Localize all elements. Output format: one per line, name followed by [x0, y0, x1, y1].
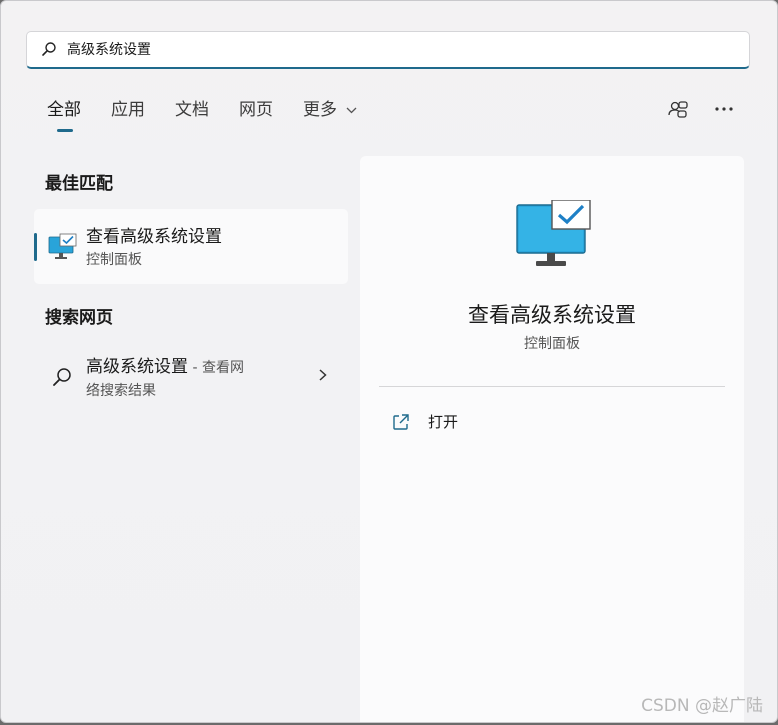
tab-label: 全部 [47, 100, 81, 120]
web-result-suffix: - 查看网 [188, 360, 244, 376]
tab-label: 文档 [175, 100, 209, 120]
search-input[interactable]: 高级系统设置 [26, 31, 750, 69]
monitor-check-icon [48, 233, 77, 259]
web-result-subtitle: 络搜索结果 [86, 383, 156, 399]
open-button[interactable]: 打开 [392, 411, 458, 432]
tab-apps[interactable]: 应用 [111, 99, 145, 129]
search-icon [53, 368, 71, 386]
best-match-result[interactable]: 查看高级系统设置 控制面板 [34, 209, 348, 284]
search-web-heading: 搜索网页 [45, 308, 113, 328]
detail-title: 查看高级系统设置 [468, 303, 636, 327]
best-match-heading: 最佳匹配 [45, 174, 113, 194]
active-tab-indicator [57, 129, 73, 132]
detail-pane: 查看高级系统设置 控制面板 打开 [360, 156, 744, 722]
chevron-down-icon [346, 107, 357, 114]
more-options-icon[interactable] [713, 98, 735, 120]
web-result-query: 高级系统设置 [86, 357, 188, 377]
account-switch-icon[interactable] [667, 98, 689, 120]
monitor-check-icon [516, 200, 591, 266]
search-query-text: 高级系统设置 [67, 42, 151, 58]
search-flyout: 高级系统设置 全部 应用 文档 网页 更多 最佳匹配 查看高级系统设置 控制面板… [0, 0, 778, 723]
watermark: CSDN @赵广陆 [641, 696, 763, 716]
search-icon [42, 42, 56, 56]
web-result-title: 高级系统设置 - 查看网 [86, 352, 244, 377]
result-subtitle: 控制面板 [86, 252, 142, 268]
filter-tabs: 全部 应用 文档 网页 更多 [47, 99, 387, 132]
top-right-actions [667, 98, 735, 120]
tab-all[interactable]: 全部 [47, 99, 81, 132]
selection-indicator [34, 233, 37, 261]
tab-more[interactable]: 更多 [303, 99, 357, 129]
tab-label: 更多 [303, 100, 337, 120]
result-title: 查看高级系统设置 [86, 227, 222, 247]
tab-label: 网页 [239, 100, 273, 120]
tab-label: 应用 [111, 100, 145, 120]
open-external-icon [393, 413, 409, 430]
web-search-result[interactable]: 高级系统设置 - 查看网 络搜索结果 [34, 346, 348, 406]
tab-documents[interactable]: 文档 [175, 99, 209, 129]
detail-subtitle: 控制面板 [524, 336, 580, 352]
tab-web[interactable]: 网页 [239, 99, 273, 129]
chevron-right-icon[interactable] [318, 368, 328, 382]
open-label: 打开 [428, 413, 459, 431]
divider [379, 386, 725, 387]
